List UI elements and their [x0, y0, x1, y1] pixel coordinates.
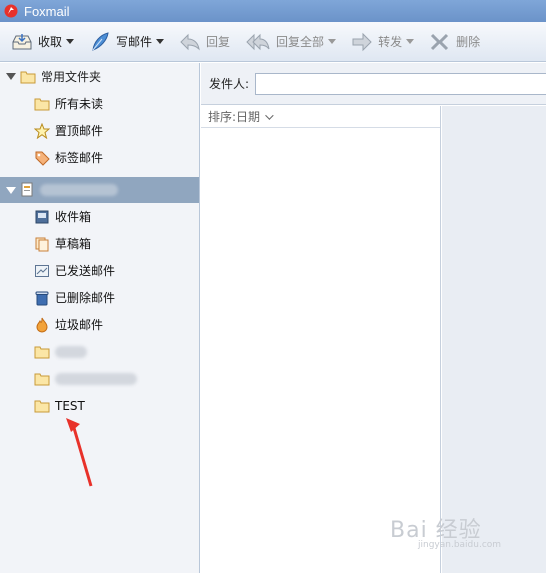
folder-label: 已删除邮件 — [55, 291, 116, 305]
watermark-sub: jingyan.baidu.com — [418, 540, 502, 550]
foxmail-logo-icon — [4, 4, 18, 18]
folder-label: 已发送邮件 — [55, 264, 116, 278]
inbox-icon — [35, 210, 49, 223]
watermark: Bai 经验 jingyan.baidu.com — [390, 512, 540, 562]
reply-arrow-icon — [180, 33, 200, 50]
folder-sent[interactable]: 已发送邮件 — [0, 257, 199, 284]
folder-custom-2[interactable] — [0, 365, 199, 392]
folder-inbox[interactable]: 收件箱 — [0, 203, 199, 230]
chevron-down-icon[interactable] — [156, 39, 165, 44]
feather-pen-icon — [92, 31, 109, 51]
folder-name-redacted — [55, 372, 137, 385]
chevron-down-icon[interactable] — [265, 110, 274, 120]
sort-label: 排序:日期 — [208, 110, 261, 124]
title-bar: Foxmail — [0, 0, 546, 22]
folder-icon — [34, 373, 50, 385]
account-icon — [21, 182, 33, 197]
folder-tagged[interactable]: 标签邮件 — [0, 144, 199, 171]
folder-label: 草稿箱 — [55, 237, 92, 251]
folder-icon — [34, 98, 50, 110]
forward-button[interactable]: 转发 — [350, 27, 415, 57]
folder-name-redacted — [55, 345, 87, 358]
reply-all-arrow-icon — [246, 33, 270, 50]
receive-button[interactable]: 收取 — [10, 27, 75, 57]
preview-pane — [442, 106, 546, 573]
folder-label: 置顶邮件 — [55, 124, 104, 138]
trash-icon — [35, 291, 49, 305]
message-list[interactable]: 排序:日期 — [201, 106, 441, 573]
delete-x-icon — [431, 33, 449, 50]
receive-label: 收取 — [38, 35, 63, 49]
sender-label: 发件人: — [209, 77, 250, 91]
common-folder-label: 常用文件夹 — [41, 70, 102, 84]
forward-label: 转发 — [378, 35, 403, 49]
tag-icon — [35, 151, 50, 166]
flame-icon — [36, 317, 48, 333]
toolbar: 收取 写邮件 回复 回复全部 转发 删除 — [0, 22, 546, 62]
reply-all-label: 回复全部 — [276, 35, 325, 49]
sent-icon — [35, 264, 49, 277]
delete-label: 删除 — [456, 35, 481, 49]
folder-drafts[interactable]: 草稿箱 — [0, 230, 199, 257]
folder-all-unread[interactable]: 所有未读 — [0, 90, 199, 117]
compose-label: 写邮件 — [116, 35, 153, 49]
red-arrow-annotation — [66, 418, 93, 487]
account-name-redacted — [40, 184, 118, 196]
forward-arrow-icon — [352, 32, 372, 51]
compose-button[interactable]: 写邮件 — [88, 27, 165, 57]
inbox-tray-icon — [12, 33, 32, 49]
folder-sidebar: 常用文件夹 所有未读 置顶邮件 标签邮件 收件箱 草稿箱 已发送邮件 已删除邮件… — [0, 63, 200, 573]
drafts-icon — [35, 237, 49, 251]
folder-label: 所有未读 — [55, 97, 104, 111]
chevron-down-icon[interactable] — [328, 39, 337, 44]
sender-input[interactable] — [255, 72, 546, 95]
folder-deleted[interactable]: 已删除邮件 — [0, 284, 199, 311]
folder-spam[interactable]: 垃圾邮件 — [0, 311, 199, 338]
reply-all-button[interactable]: 回复全部 — [244, 27, 337, 57]
filter-bar: 发件人: — [201, 63, 546, 105]
chevron-down-icon[interactable] — [66, 39, 75, 44]
star-icon — [34, 122, 50, 139]
common-folder-group[interactable]: 常用文件夹 — [0, 63, 199, 90]
folder-label: 标签邮件 — [55, 151, 104, 165]
window-title: Foxmail — [24, 3, 70, 19]
folder-icon — [34, 400, 50, 412]
account-group[interactable] — [0, 177, 199, 203]
expand-arrow-icon[interactable] — [6, 73, 16, 80]
sort-selector[interactable]: 排序:日期 — [201, 106, 440, 128]
delete-button[interactable]: 删除 — [428, 27, 480, 57]
folder-label: 垃圾邮件 — [55, 318, 104, 332]
folder-icon — [20, 71, 36, 83]
expand-arrow-icon[interactable] — [6, 186, 16, 194]
chevron-down-icon[interactable] — [406, 39, 415, 44]
reply-button[interactable]: 回复 — [178, 27, 230, 57]
reply-label: 回复 — [206, 35, 231, 49]
folder-icon — [34, 346, 50, 358]
folder-label: 收件箱 — [55, 210, 92, 224]
folder-custom-1[interactable] — [0, 338, 199, 365]
folder-pinned[interactable]: 置顶邮件 — [0, 117, 199, 144]
